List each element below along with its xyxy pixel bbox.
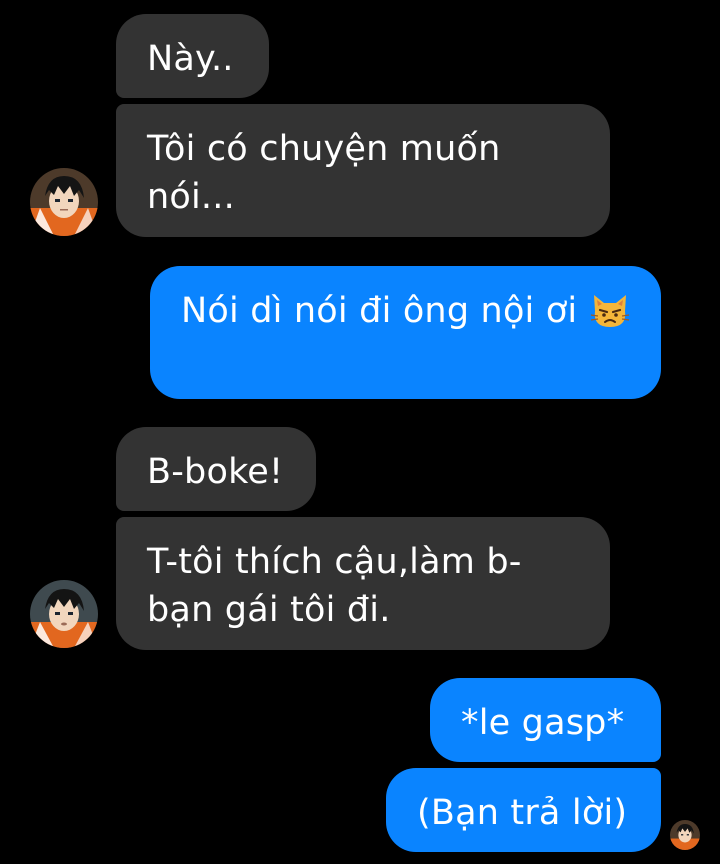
message-bubble[interactable]: Nói dì nói đi ông nội ơi	[150, 266, 661, 399]
message-bubble[interactable]: Tôi có chuyện muốn nói...	[116, 104, 610, 237]
read-receipt-avatar	[670, 820, 700, 850]
message-text: Nói dì nói đi ông nội ơi	[181, 291, 578, 331]
pouting-cat-emoji	[589, 291, 631, 342]
message-bubble[interactable]: T-tôi thích cậu,làm b-bạn gái tôi đi.	[116, 517, 610, 650]
message-text: Này..	[147, 39, 234, 79]
message-bubble[interactable]: (Bạn trả lời)	[386, 768, 661, 852]
avatar[interactable]	[30, 168, 98, 236]
avatar-image	[670, 820, 700, 850]
message-text: Tôi có chuyện muốn nói...	[147, 129, 501, 217]
message-text: *le gasp*	[461, 703, 625, 743]
message-text: T-tôi thích cậu,làm b-bạn gái tôi đi.	[147, 542, 522, 630]
message-bubble[interactable]: B-boke!	[116, 427, 316, 511]
message-bubble[interactable]: *le gasp*	[430, 678, 661, 762]
message-text: (Bạn trả lời)	[417, 793, 628, 833]
avatar-image	[30, 580, 98, 648]
message-bubble[interactable]: Này..	[116, 14, 269, 98]
avatar[interactable]	[30, 580, 98, 648]
message-text: B-boke!	[147, 452, 284, 492]
avatar-image	[30, 168, 98, 236]
